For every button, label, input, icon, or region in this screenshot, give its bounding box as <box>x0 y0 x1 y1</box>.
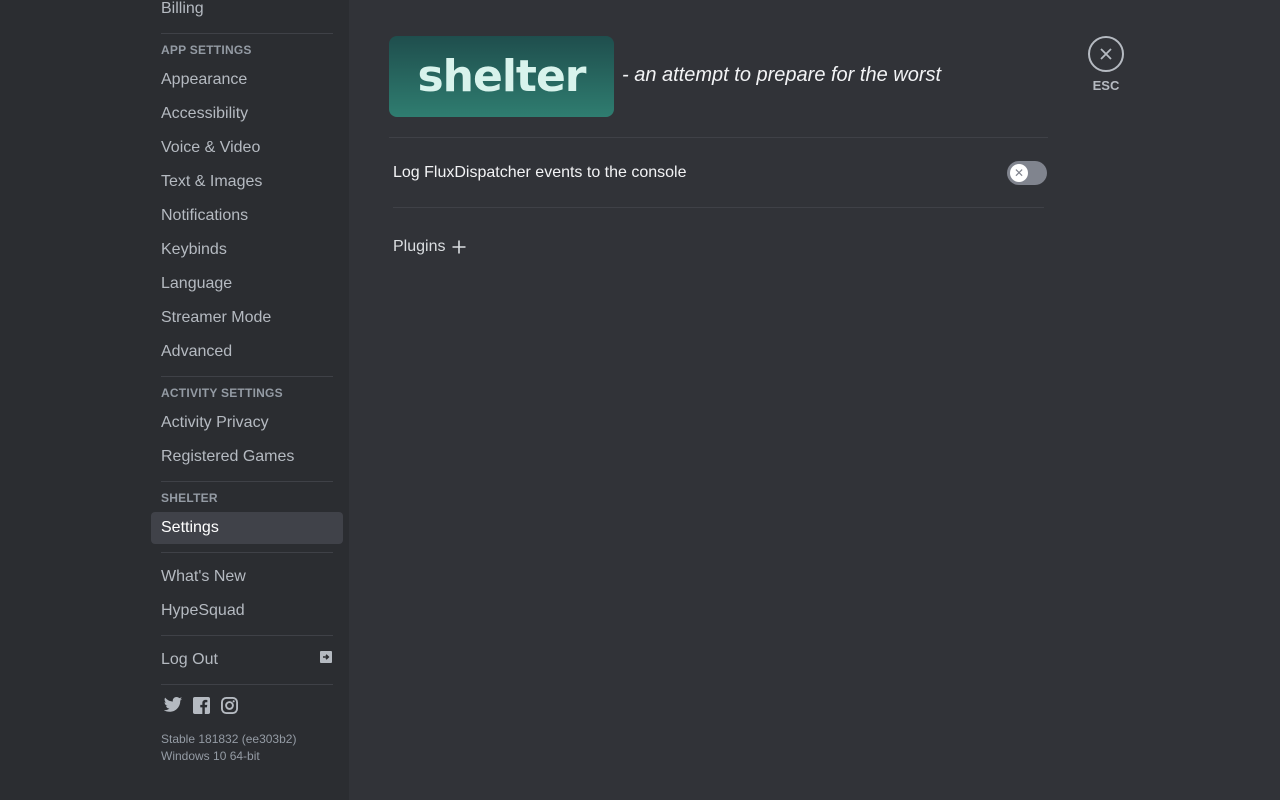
shelter-tagline: - an attempt to prepare for the worst <box>622 64 942 86</box>
logout-label: Log Out <box>161 651 218 668</box>
sidebar-item-label: Activity Privacy <box>161 414 269 431</box>
sidebar-item-hypesquad[interactable]: HypeSquad <box>151 595 343 627</box>
sidebar-item-language[interactable]: Language <box>151 268 343 300</box>
sidebar-item-advanced[interactable]: Advanced <box>151 336 343 368</box>
sidebar-item-label: Registered Games <box>161 448 295 465</box>
divider <box>161 635 333 636</box>
section-header-activity-settings: Activity Settings <box>161 386 283 400</box>
sidebar-item-label: Text & Images <box>161 173 263 190</box>
settings-content: shelter - an attempt to prepare for the … <box>349 0 1280 800</box>
sidebar-item-label: Keybinds <box>161 241 227 258</box>
twitter-icon[interactable] <box>163 695 183 715</box>
sidebar-item-label: Settings <box>161 519 219 536</box>
sidebar-item-label: What's New <box>161 568 246 585</box>
section-header-app-settings: App Settings <box>161 43 252 57</box>
sidebar-item-voice-video[interactable]: Voice & Video <box>151 132 343 164</box>
sidebar-item-streamer-mode[interactable]: Streamer Mode <box>151 302 343 334</box>
social-links <box>151 693 343 717</box>
close-icon <box>1100 48 1112 60</box>
divider <box>161 33 333 34</box>
divider <box>393 207 1044 208</box>
plugins-label: Plugins <box>393 238 446 255</box>
shelter-logo: shelter <box>389 36 614 117</box>
sidebar-item-activity-privacy[interactable]: Activity Privacy <box>151 407 343 439</box>
sidebar-item-shelter-settings[interactable]: Settings <box>151 512 343 544</box>
toggle-off-x-icon: ✕ <box>1010 163 1028 182</box>
setting-label: Log FluxDispatcher events to the console <box>393 163 687 181</box>
sidebar-item-appearance[interactable]: Appearance <box>151 64 343 96</box>
logout-button[interactable]: Log Out <box>151 644 343 676</box>
shelter-settings-panel: shelter - an attempt to prepare for the … <box>389 36 1048 261</box>
divider <box>161 684 333 685</box>
sidebar-item-label: HypeSquad <box>161 602 245 619</box>
divider <box>161 376 333 377</box>
sidebar-item-label: Billing <box>161 0 204 17</box>
build-version: Stable 181832 (ee303b2) <box>161 732 297 746</box>
sidebar-item-accessibility[interactable]: Accessibility <box>151 98 343 130</box>
sidebar-item-label: Voice & Video <box>161 139 261 156</box>
facebook-icon[interactable] <box>191 695 211 715</box>
divider <box>161 481 333 482</box>
instagram-icon[interactable] <box>219 695 239 715</box>
logout-icon <box>319 644 333 676</box>
sidebar-item-label: Language <box>161 275 233 292</box>
sidebar-item-label: Advanced <box>161 343 233 360</box>
sidebar-item-registered-games[interactable]: Registered Games <box>151 441 343 473</box>
sidebar-item-whats-new[interactable]: What's New <box>151 561 343 593</box>
shelter-header: shelter - an attempt to prepare for the … <box>389 36 1048 117</box>
log-fluxdispatcher-toggle[interactable]: ✕ <box>1007 160 1047 185</box>
esc-label: ESC <box>1092 78 1120 93</box>
version-info: Stable 181832 (ee303b2) Windows 10 64-bi… <box>151 731 343 765</box>
sidebar-item-label: Accessibility <box>161 105 249 122</box>
sidebar-item-text-images[interactable]: Text & Images <box>151 166 343 198</box>
close-button[interactable] <box>1088 36 1124 72</box>
add-plugin-icon[interactable] <box>451 239 467 255</box>
logo-text: shelter <box>417 51 586 102</box>
sidebar-nav: Billing App Settings Appearance Accessib… <box>151 0 343 765</box>
sidebar-item-keybinds[interactable]: Keybinds <box>151 234 343 266</box>
plugins-section-header[interactable]: Plugins <box>389 233 1048 261</box>
sidebar-item-billing[interactable]: Billing <box>151 0 343 25</box>
sidebar-item-notifications[interactable]: Notifications <box>151 200 343 232</box>
sidebar-item-label: Appearance <box>161 71 248 88</box>
sidebar-item-label: Streamer Mode <box>161 309 272 326</box>
close-settings: ESC <box>1088 36 1124 93</box>
divider <box>161 552 333 553</box>
os-version: Windows 10 64-bit <box>161 749 260 763</box>
setting-log-fluxdispatcher: Log FluxDispatcher events to the console… <box>389 138 1048 207</box>
section-header-shelter: Shelter <box>161 491 218 505</box>
settings-sidebar: Billing App Settings Appearance Accessib… <box>0 0 349 800</box>
sidebar-item-label: Notifications <box>161 207 249 224</box>
